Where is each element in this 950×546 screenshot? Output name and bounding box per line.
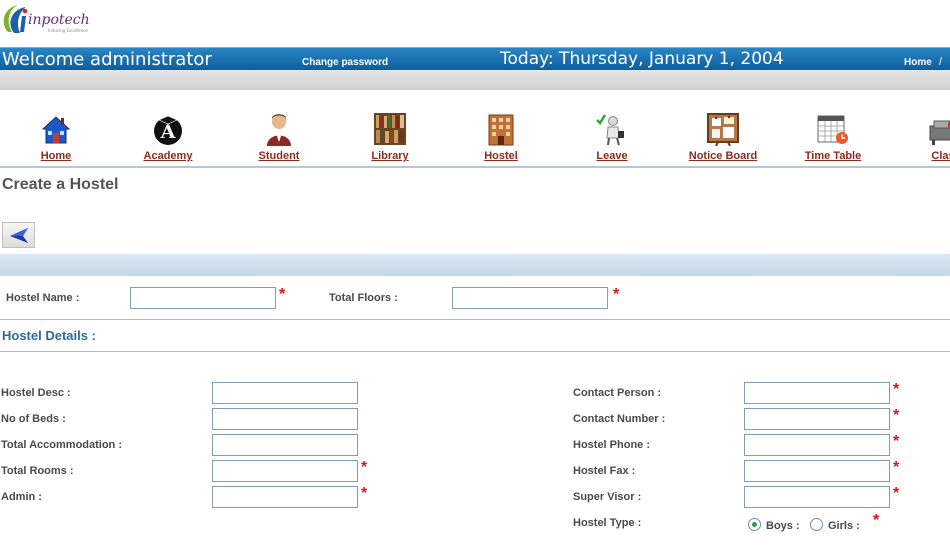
- total-rooms-required: *: [361, 459, 368, 476]
- back-button[interactable]: [2, 222, 35, 248]
- no-of-beds-input[interactable]: [212, 408, 358, 430]
- total-floors-required: *: [613, 286, 620, 303]
- nav-student[interactable]: Student: [224, 112, 334, 162]
- hostel-type-required: *: [873, 512, 880, 529]
- welcome-text: Welcome administrator: [2, 49, 212, 70]
- nav-label-home: Home: [40, 150, 72, 162]
- admin-label: Admin :: [1, 491, 42, 503]
- contact-person-required: *: [893, 381, 900, 398]
- admin-required: *: [361, 485, 368, 502]
- contact-person-input[interactable]: [744, 382, 890, 404]
- header-bar: Welcome administrator Change password To…: [0, 47, 950, 70]
- hostel-type-boys-radio[interactable]: [748, 518, 761, 531]
- class-icon: [929, 120, 950, 145]
- nav-label-notice-board: Notice Board: [688, 150, 758, 162]
- page-title: Create a Hostel: [2, 176, 119, 193]
- basic-info-row: Hostel Name : * Total Floors : *: [0, 276, 950, 320]
- hostel-phone-input[interactable]: [744, 434, 890, 456]
- hostel-fax-label: Hostel Fax :: [573, 465, 636, 477]
- notice-board-icon: [707, 113, 739, 146]
- nav-library[interactable]: Library: [335, 112, 445, 162]
- nav-label-leave: Leave: [596, 150, 628, 162]
- hostel-name-label: Hostel Name :: [6, 292, 80, 304]
- hostel-type-girls-label: Girls :: [828, 520, 860, 532]
- hostel-phone-required: *: [893, 433, 900, 450]
- hostel-type-boys-label: Boys :: [766, 520, 800, 532]
- super-visor-required: *: [893, 485, 900, 502]
- admin-input[interactable]: [212, 486, 358, 508]
- nav-label-class: Clas: [931, 150, 950, 162]
- hostel-desc-input[interactable]: [212, 382, 358, 404]
- contact-person-label: Contact Person :: [573, 387, 662, 399]
- hostel-name-required: *: [279, 286, 286, 303]
- nav-label-academy: Academy: [143, 150, 193, 162]
- svg-text:A: A: [160, 121, 176, 143]
- total-floors-label: Total Floors :: [329, 292, 398, 304]
- hostel-fax-input[interactable]: [744, 460, 890, 482]
- contact-number-required: *: [893, 407, 900, 424]
- nav-hostel[interactable]: Hostel: [446, 112, 556, 162]
- home-link[interactable]: Home: [904, 57, 932, 68]
- time-table-icon: [817, 115, 848, 144]
- contact-number-input[interactable]: [744, 408, 890, 430]
- nav-label-time-table: Time Table: [804, 150, 862, 162]
- brand-tagline: Inducing Excellence: [48, 28, 88, 33]
- nav-class[interactable]: Clas: [888, 112, 950, 162]
- form-header-strip: [0, 254, 950, 276]
- breadcrumb-separator: /: [939, 56, 943, 68]
- nav-label-hostel: Hostel: [484, 150, 518, 162]
- hostel-type-girls-radio[interactable]: [810, 518, 823, 531]
- sub-header-bar: [0, 70, 950, 90]
- super-visor-label: Super Visor :: [573, 491, 642, 503]
- nav-home[interactable]: Home: [1, 112, 111, 162]
- total-floors-input[interactable]: [452, 287, 608, 309]
- hostel-phone-label: Hostel Phone :: [573, 439, 651, 451]
- total-rooms-input[interactable]: [212, 460, 358, 482]
- nav-notice-board[interactable]: Notice Board: [668, 112, 778, 162]
- total-accommodation-label: Total Accommodation :: [1, 439, 122, 451]
- home-icon: [41, 116, 71, 144]
- total-rooms-label: Total Rooms :: [1, 465, 74, 477]
- today-date: Today: Thursday, January 1, 2004: [500, 49, 784, 69]
- change-password-link[interactable]: Change password: [302, 57, 388, 68]
- contact-number-label: Contact Number :: [573, 413, 666, 425]
- hostel-details-section: Hostel Details :: [0, 320, 950, 352]
- hostel-desc-label: Hostel Desc :: [1, 387, 71, 399]
- super-visor-input[interactable]: [744, 486, 890, 508]
- hostel-name-input[interactable]: [130, 287, 276, 309]
- nav-label-student: Student: [258, 150, 300, 162]
- student-icon: [267, 114, 291, 146]
- back-arrow-icon: [10, 228, 28, 243]
- leave-icon: [596, 114, 624, 146]
- total-accommodation-input[interactable]: [212, 434, 358, 456]
- nav-time-table[interactable]: Time Table: [778, 112, 888, 162]
- no-of-beds-label: No of Beds :: [1, 413, 66, 425]
- library-icon: [374, 113, 406, 145]
- brand-name: inpotech: [28, 12, 90, 28]
- hostel-icon: [488, 114, 514, 146]
- nav-label-library: Library: [371, 150, 409, 162]
- academy-icon: A: [154, 115, 182, 145]
- nav-academy[interactable]: A Academy: [113, 112, 223, 162]
- hostel-fax-required: *: [893, 459, 900, 476]
- main-nav: Home A Academy Student Library Hostel Le…: [0, 112, 950, 168]
- brand-logo: inpotech Inducing Excellence: [0, 2, 92, 36]
- hostel-details-title: Hostel Details :: [2, 328, 96, 343]
- nav-leave[interactable]: Leave: [557, 112, 667, 162]
- hostel-type-label: Hostel Type :: [573, 517, 642, 529]
